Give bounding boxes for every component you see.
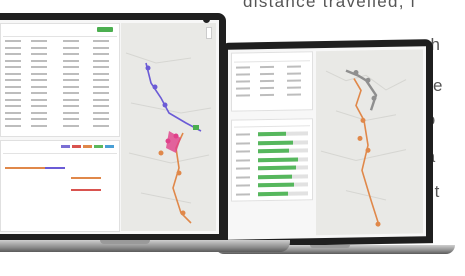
table-cell [93,79,109,81]
progress-fill [258,165,296,171]
left-table-panel [0,23,120,137]
laptop-right-screen [228,46,426,240]
left-map-routes [125,52,212,224]
left-table-add-button[interactable] [97,27,113,32]
map-zoom-control[interactable] [206,27,212,39]
table-cell [31,40,47,42]
table-cell [5,124,21,127]
laptop-right-notch [310,245,350,248]
table-cell [93,46,109,49]
table-cell [5,59,21,62]
table-cell [93,118,109,120]
table-cell [63,85,79,88]
progress-fill [258,182,294,188]
table-cell [31,66,47,68]
table-cell [5,72,21,75]
table-cell [63,59,79,62]
table-cell [31,72,47,75]
progress-fill [258,174,292,179]
table-cell [31,59,47,62]
table-cell [93,85,109,88]
table-cell [93,92,109,94]
table-cell [5,85,21,88]
progress-label [236,158,250,162]
right-map-routes [320,69,407,227]
progress-label [236,192,250,196]
table-cell [63,40,79,42]
laptop-left-notch [100,240,150,244]
progress-fill [258,157,298,162]
table-cell [93,72,109,75]
progress-fill [258,131,286,137]
table-cell [63,98,79,101]
table-cell [5,105,21,107]
table-cell [63,105,79,107]
table-cell [31,85,47,88]
table-cell [31,79,47,81]
table-cell [5,79,21,81]
progress-label [236,167,250,170]
left-summary-panel [0,140,120,232]
legend-item [94,145,103,148]
progress-label [236,150,250,153]
legend-item [105,145,114,148]
table-cell [5,98,21,101]
table-cell [5,92,21,94]
table-cell [63,92,79,94]
table-cell [93,124,109,127]
table-cell [31,118,47,120]
legend-item [83,145,92,148]
background-text-line-1: distance travelled, i [243,0,416,11]
progress-fill [258,191,288,196]
table-cell [31,124,47,127]
table-cell [31,92,47,94]
right-table-panel [231,51,313,112]
right-map[interactable] [316,49,423,236]
table-cell [63,124,79,127]
table-cell [5,53,21,55]
progress-fill [258,148,289,154]
table-cell [31,98,47,101]
table-cell [93,105,109,107]
table-cell [5,111,21,114]
progress-label [236,133,250,136]
table-cell [5,40,21,42]
table-cell [63,46,79,49]
table-cell [93,53,109,55]
table-cell [63,72,79,75]
table-cell [63,118,79,120]
laptop-left-screen [0,20,219,234]
table-cell [93,40,109,42]
table-cell [93,98,109,101]
table-cell [63,53,79,55]
legend-item [72,145,81,148]
table-cell [31,46,47,49]
laptop-right-lid [221,39,433,247]
right-progress-panel [231,118,313,202]
progress-label [236,141,250,145]
table-cell [5,46,21,49]
table-cell [93,111,109,114]
table-cell [93,66,109,68]
table-cell [31,53,47,55]
progress-fill [258,140,293,145]
table-cell [31,111,47,114]
table-cell [31,105,47,107]
legend-item [61,145,70,148]
table-cell [5,118,21,120]
table-cell [93,59,109,62]
table-cell [5,66,21,68]
table-cell [63,111,79,114]
left-map[interactable] [121,23,216,231]
progress-label [236,184,250,187]
table-cell [63,79,79,81]
progress-label [236,175,250,179]
laptop-left-lid [0,13,226,240]
table-cell [63,66,79,68]
